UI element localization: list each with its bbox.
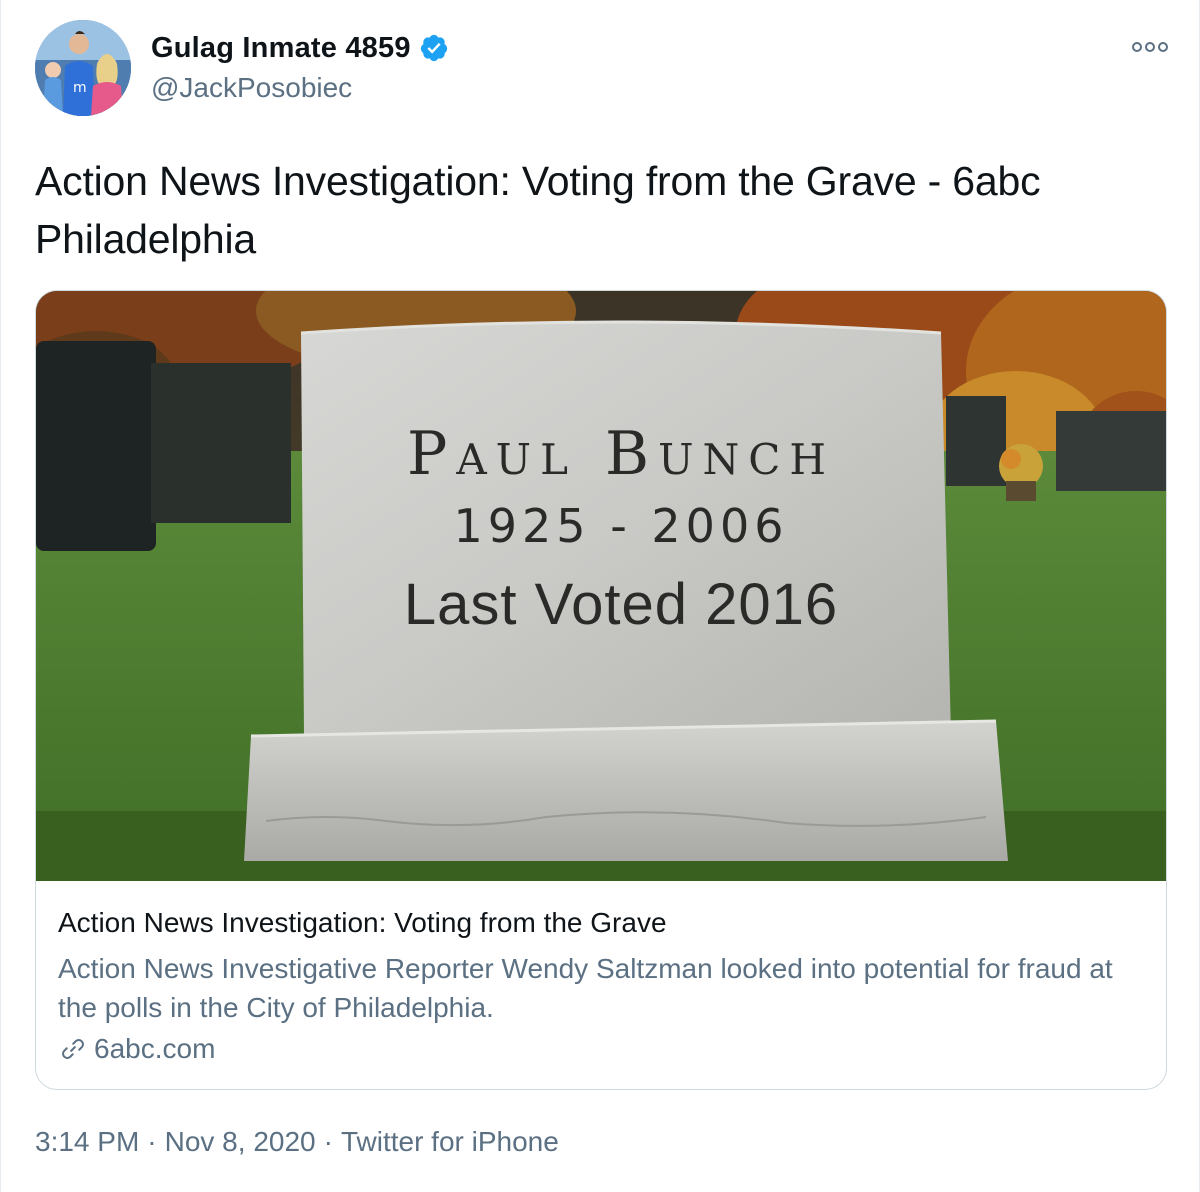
verified-badge-icon [419, 33, 449, 63]
author-name-row[interactable]: Gulag Inmate 4859 [151, 30, 449, 66]
card-domain[interactable]: 6abc.com [58, 1033, 215, 1065]
svg-text:m: m [73, 80, 87, 96]
card-image[interactable]: Paul Bunch 1925 - 2006 Last Voted 2016 [36, 291, 1166, 881]
tombstone-name: Paul Bunch [406, 419, 836, 489]
tweet: m Gulag Inmate 4859 @JackPosobiec Action… [0, 0, 1200, 1192]
tombstone-last-voted: Last Voted 2016 [403, 572, 839, 637]
link-icon [62, 1039, 84, 1059]
tweet-meta: 3:14 PM · Nov 8, 2020 · Twitter for iPho… [35, 1126, 559, 1158]
author-display-name[interactable]: Gulag Inmate 4859 [151, 32, 411, 65]
tweet-time[interactable]: 3:14 PM [35, 1126, 139, 1158]
avatar[interactable]: m [35, 20, 131, 116]
card-title[interactable]: Action News Investigation: Voting from t… [58, 907, 667, 939]
tweet-text: Action News Investigation: Voting from t… [35, 158, 1041, 262]
author-handle[interactable]: @JackPosobiec [151, 72, 352, 104]
card-domain-text[interactable]: 6abc.com [94, 1033, 215, 1065]
more-options-icon[interactable] [1129, 36, 1171, 58]
tweet-source[interactable]: Twitter for iPhone [341, 1126, 559, 1158]
meta-separator: · [323, 1126, 333, 1157]
profile-photo-icon: m [35, 20, 131, 116]
meta-separator: · [147, 1126, 157, 1157]
card-description: Action News Investigative Reporter Wendy… [58, 953, 1113, 1023]
link-preview-card[interactable]: Paul Bunch 1925 - 2006 Last Voted 2016 A… [35, 290, 1167, 1090]
tweet-date[interactable]: Nov 8, 2020 [165, 1126, 316, 1158]
tombstone-dates: 1925 - 2006 [453, 499, 789, 553]
